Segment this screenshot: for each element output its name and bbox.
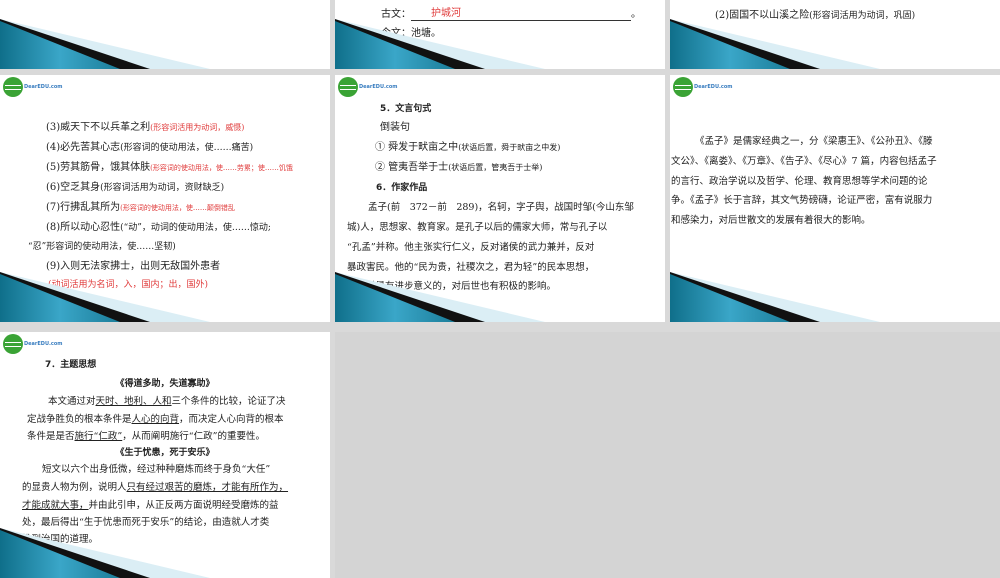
slide-decoration <box>0 272 210 322</box>
empty-sorter-area <box>335 332 1000 578</box>
section-heading: 6．作家作品 <box>376 183 428 193</box>
text-line: 才能成就大事，并由此引申，从正反两方面说明经受磨炼的益 <box>22 500 279 511</box>
text-line: 的显贵人物为例，说明人只有经过艰苦的磨炼，才能有所作为， <box>22 482 289 493</box>
text-line: ① 舜发于畎亩之中(状语后置，舜于畎亩之中发) <box>375 142 561 153</box>
end: 。 <box>631 9 641 20</box>
text-line: 《孟子》是儒家经典之一，分《梁惠王》、《公孙丑》、《滕 <box>695 136 933 147</box>
slide-decoration <box>0 528 210 578</box>
slide-decoration <box>0 19 210 69</box>
text-line: (5)劳其筋骨，饿其体肤(形容词的使动用法，使……劳累；使……饥饿 <box>46 162 293 173</box>
text-line: “忍”形容词的使动用法，使……坚韧) <box>28 242 176 252</box>
dearedu-logo: DearEDU.com <box>673 77 733 97</box>
text-line: (4)必先苦其心志(形容词的使动用法，使……痛苦) <box>46 142 254 153</box>
text-line: 孟子(前 372－前 289)，名轲，字子舆，战国时邹(今山东邹 <box>368 202 634 213</box>
slide-thumbnail[interactable]: 古文： 护城河。 今文：池塘。 <box>335 0 665 69</box>
slide-thumbnail[interactable]: (2)固国不以山溪之险(形容词活用为动词，巩固) <box>670 0 1000 69</box>
text-line: ② 管夷吾举于士(状语后置，管夷吾于士举) <box>375 162 543 173</box>
text-line: 定战争胜负的根本条件是人心的向背，而决定人心向背的根本 <box>27 414 284 425</box>
slide-decoration <box>335 19 545 69</box>
section-heading: 7．主题思想 <box>45 360 97 370</box>
slide-thumbnail[interactable]: DearEDU.com 《孟子》是儒家经典之一，分《梁惠王》、《公孙丑》、《滕 … <box>670 75 1000 322</box>
text-line: (3)威天下不以兵革之利(形容词活用为动词，威慑) <box>46 122 245 133</box>
slide-thumbnail[interactable] <box>0 0 330 69</box>
text-line: 和感染力，对后世散文的发展有着很大的影响。 <box>671 215 871 226</box>
slide-thumbnail[interactable]: DearEDU.com (3)威天下不以兵革之利(形容词活用为动词，威慑) (4… <box>0 75 330 322</box>
slide-decoration <box>670 272 880 322</box>
text-line: (8)所以动心忍性(“动”，动词的使动用法，使……惊动; <box>46 222 271 233</box>
text-line: 本文通过对天时、地利、人和三个条件的比较，论证了决 <box>48 396 286 407</box>
essay-title: 《生于忧患，死于安乐》 <box>115 448 215 458</box>
text-line: (7)行拂乱其所为(形容词的使动用法，使……颠倒错乱 <box>46 202 235 213</box>
essay-title: 《得道多助，失道寡助》 <box>115 379 215 389</box>
text-line: 文公》、《离娄》、《万章》、《告子》、《尽心》7 篇，内容包括孟子 <box>671 156 937 167</box>
text-line: 城)人，思想家、教育家。是孔子以后的儒家大师，常与孔子以 <box>347 222 608 233</box>
dearedu-logo: DearEDU.com <box>3 334 63 354</box>
section-heading: 5．文言句式 <box>380 104 432 114</box>
text-line: “孔孟”并称。他主张实行仁义，反对诸侯的武力兼并，反对 <box>347 242 595 253</box>
text-line: 争。《孟子》长于言辞，其文气势磅礴，论证严密，富有说服力 <box>671 195 933 206</box>
slide-decoration <box>670 19 880 69</box>
dearedu-logo: DearEDU.com <box>338 77 398 97</box>
text-line: 短文以六个出身低微，经过种种磨炼而终于身负“大任” <box>42 464 271 475</box>
text-line: (6)空乏其身(形容词活用为动词，资财缺乏) <box>46 182 225 193</box>
slide-thumbnail[interactable]: DearEDU.com 5．文言句式 倒装句 ① 舜发于畎亩之中(状语后置，舜于… <box>335 75 665 322</box>
text-line: 条件是是否施行“仁政”，从而阐明施行“仁政”的重要性。 <box>27 431 265 442</box>
text-line: 倒装句 <box>380 122 410 133</box>
dearedu-logo: DearEDU.com <box>3 77 63 97</box>
text-line: 的言行、政治学说以及哲学、伦理、教育思想等学术问题的论 <box>671 176 928 187</box>
slide-thumbnail[interactable]: DearEDU.com 7．主题思想 《得道多助，失道寡助》 本文通过对天时、地… <box>0 332 330 578</box>
slide-decoration <box>335 272 545 322</box>
